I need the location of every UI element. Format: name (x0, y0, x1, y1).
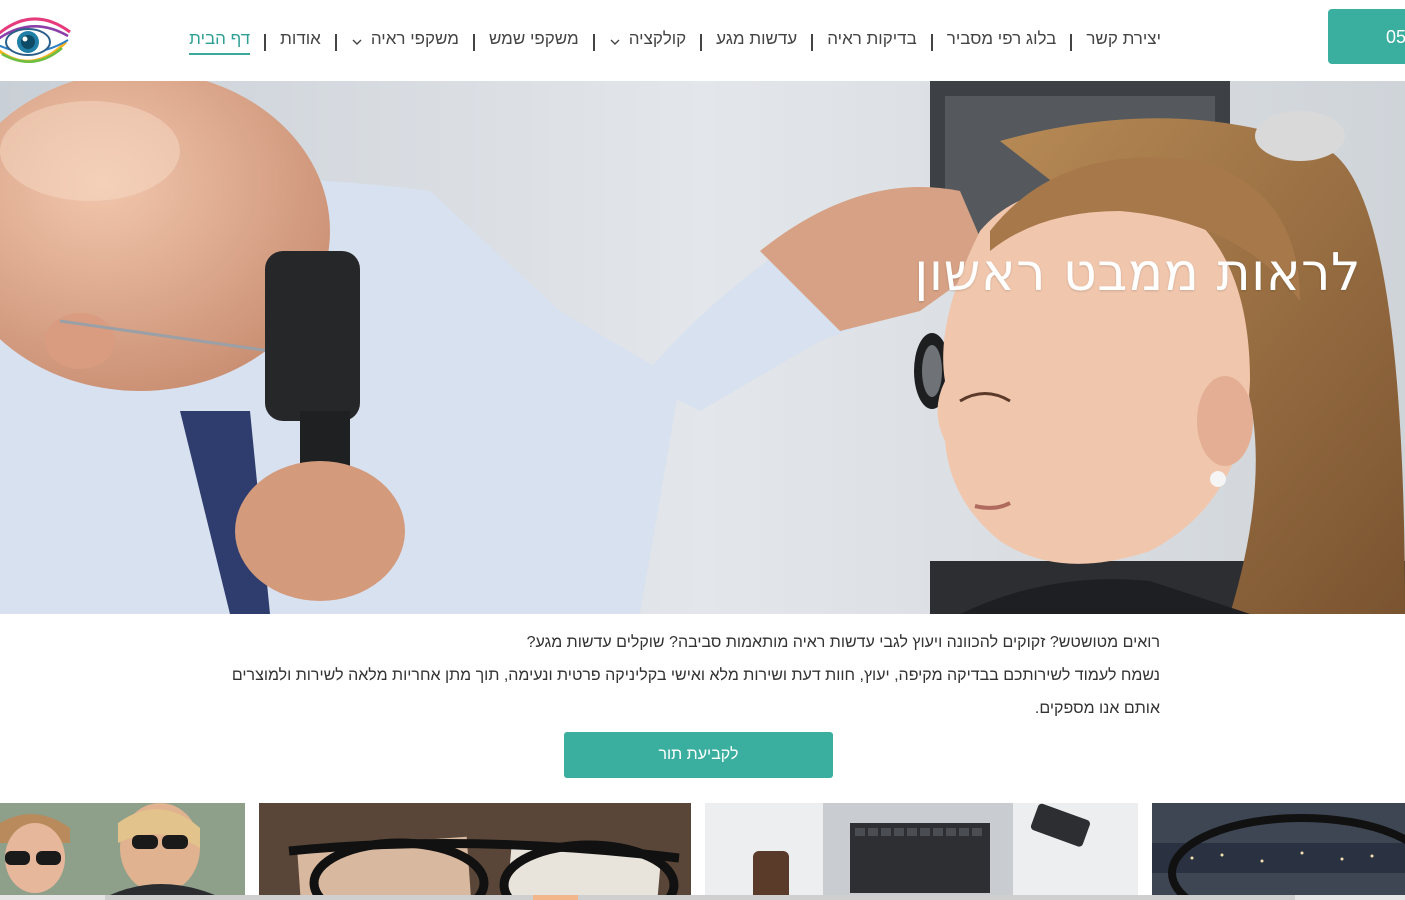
nav-item-eye-exams[interactable]: בדיקות ראיה (827, 29, 917, 55)
nav-label: יצירת קשר (1086, 29, 1161, 48)
nav-separator (472, 33, 475, 51)
gallery-card[interactable] (1152, 803, 1405, 895)
nav-separator (1070, 33, 1073, 51)
intro-text: רואים מטושטש? זקוקים להכוונה ויעוץ לגבי … (230, 626, 1160, 725)
gallery-card[interactable] (259, 803, 691, 895)
hero-title: לראות ממבט ראשון (914, 243, 1361, 303)
women-sunglasses-photo-icon (0, 803, 245, 895)
nav-label: בלוג רפי מסביר (946, 29, 1057, 48)
nav-separator (592, 33, 595, 51)
gallery-card[interactable] (0, 803, 245, 895)
nav-label: בדיקות ראיה (827, 29, 917, 48)
nav-separator (811, 33, 814, 51)
horizontal-scrollbar[interactable] (0, 895, 1405, 900)
scrollbar-marker (533, 895, 578, 900)
chevron-down-icon (610, 39, 620, 45)
nav-label: עדשות מגע (716, 29, 798, 48)
nav-label: משקפי שמש (488, 29, 579, 48)
gallery-card[interactable] (705, 803, 1138, 895)
nav-separator (264, 33, 267, 51)
glasses-city-view-photo-icon (1152, 803, 1405, 895)
hero-photo-optometrist-icon (0, 81, 1405, 614)
intro-line-2: נשמח לעמוד לשירותכם בבדיקה מקיפה, יעוץ, … (231, 667, 1160, 717)
nav-item-about[interactable]: אודות (280, 29, 321, 55)
nav-separator (334, 33, 337, 51)
nav-item-blog[interactable]: בלוג רפי מסביר (947, 29, 1057, 55)
image-gallery (0, 803, 1405, 900)
nav-label: אודות (280, 29, 321, 48)
intro-line-1: רואים מטושטש? זקוקים להכוונה ויעוץ לגבי … (526, 634, 1160, 651)
nav-item-collection[interactable]: קולקציה (609, 29, 686, 55)
nav-label: קולקציה (628, 29, 687, 48)
site-header: דף הבית אודות משקפי ראיה משקפי שמש קולקצ… (0, 0, 1405, 81)
laptop-phone-desk-photo-icon (705, 803, 1138, 895)
nav-label: משקפי ראיה (370, 29, 459, 48)
eye-logo-icon[interactable] (0, 6, 74, 74)
phone-label: 05 (1386, 27, 1405, 47)
nav-separator (700, 33, 703, 51)
glasses-on-brochures-photo-icon (259, 803, 691, 895)
scrollbar-thumb[interactable] (105, 895, 1295, 900)
book-appointment-button[interactable]: לקביעת תור (564, 732, 833, 778)
nav-separator (930, 33, 933, 51)
nav-label: דף הבית (189, 29, 251, 55)
hero-banner: לראות ממבט ראשון (0, 81, 1405, 614)
chevron-down-icon (352, 39, 362, 45)
nav-item-sunglasses[interactable]: משקפי שמש (489, 29, 579, 55)
nav-item-home[interactable]: דף הבית (189, 29, 251, 55)
nav-item-eyeglasses[interactable]: משקפי ראיה (351, 29, 459, 55)
main-nav: דף הבית אודות משקפי ראיה משקפי שמש קולקצ… (189, 28, 1161, 56)
phone-button[interactable]: 05 (1328, 9, 1405, 64)
nav-item-contact-lenses[interactable]: עדשות מגע (716, 29, 797, 55)
nav-item-contact[interactable]: יצירת קשר (1086, 29, 1161, 55)
